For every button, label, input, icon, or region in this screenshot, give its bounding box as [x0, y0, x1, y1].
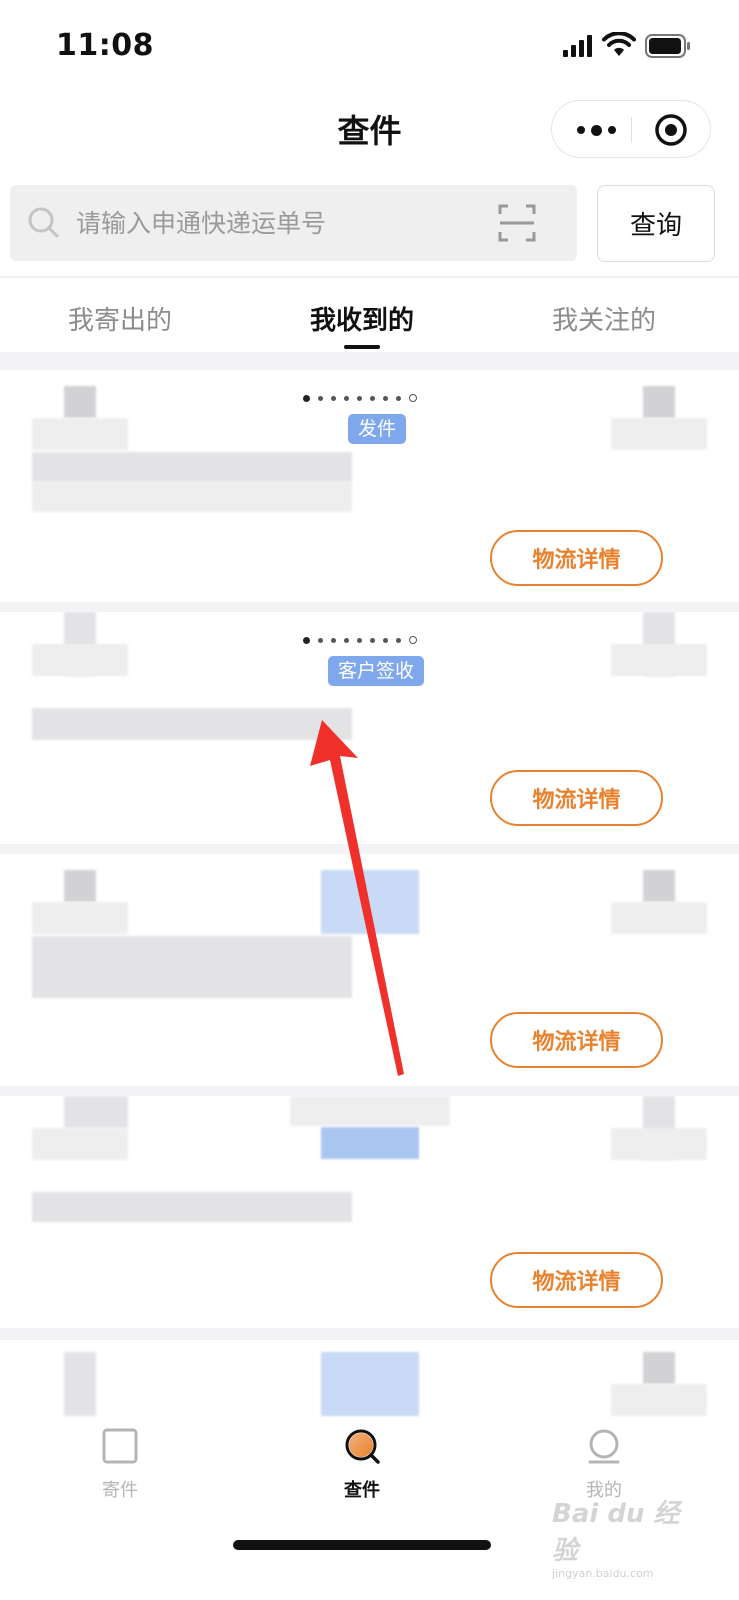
logistics-detail-button[interactable]: 物流详情	[490, 530, 663, 586]
status-time: 11:08	[56, 28, 154, 63]
box-icon	[102, 1428, 138, 1464]
pixelated-avatar	[611, 418, 707, 450]
pixelated-logo	[64, 1096, 128, 1128]
pixelated-address	[32, 452, 352, 482]
pixelated-status	[321, 1352, 419, 1416]
close-target-icon[interactable]	[653, 112, 689, 148]
pixelated-avatar	[643, 870, 675, 902]
pixelated-avatar	[611, 902, 707, 934]
watermark-url: jingyan.baidu.com	[552, 1567, 654, 1580]
capsule-divider	[631, 117, 632, 143]
pixelated-status	[321, 870, 419, 934]
tracking-number-input[interactable]	[76, 199, 476, 247]
pixelated-address	[32, 708, 352, 740]
tabbar-label: 查件	[344, 1480, 380, 1501]
logistics-detail-button[interactable]: 物流详情	[490, 1012, 663, 1068]
watermark-text: Bai du 经验	[552, 1499, 680, 1566]
pixelated-status	[321, 1127, 419, 1159]
search-package-icon	[345, 1429, 380, 1464]
pixelated-status	[290, 1096, 450, 1126]
header-divider	[0, 276, 739, 278]
pixelated-avatar	[611, 644, 707, 676]
progress-dots	[303, 392, 417, 404]
pixelated-logo	[64, 1352, 96, 1416]
pixelated-address	[32, 936, 352, 998]
profile-icon	[588, 1429, 620, 1464]
parcel-card[interactable]: 客户签收 物流详情	[0, 612, 739, 844]
tabbar-item-mine[interactable]: 我的	[544, 1426, 664, 1502]
wifi-icon	[602, 32, 636, 56]
battery-icon	[645, 34, 690, 58]
search-icon	[28, 207, 59, 238]
pixelated-address	[32, 482, 352, 512]
logistics-detail-button[interactable]: 物流详情	[490, 1252, 663, 1308]
pixelated-logo	[64, 386, 96, 418]
more-icon[interactable]	[572, 116, 620, 144]
query-button[interactable]: 查询	[597, 185, 715, 262]
tabbar-item-track[interactable]: 查件	[302, 1426, 422, 1502]
pixelated-logo	[32, 1128, 128, 1160]
pixelated-address	[32, 1192, 352, 1222]
miniprogram-capsule	[551, 100, 711, 158]
status-badge: 发件	[348, 414, 407, 444]
pixelated-avatar	[643, 386, 675, 418]
tab-followed[interactable]: 我关注的	[552, 300, 656, 337]
pixelated-avatar	[611, 1384, 707, 1416]
signal-icon	[563, 35, 592, 57]
parcel-card[interactable]: 发件 物流详情	[0, 370, 739, 602]
pixelated-logo	[32, 418, 128, 450]
tabbar-label: 寄件	[102, 1480, 138, 1501]
parcel-card[interactable]: 物流详情	[0, 854, 739, 1086]
pixelated-logo	[64, 870, 96, 902]
app-screen: 11:08 查件 请输入申通快递运单号 查询 我寄出的 我收到的 我关注的 发件…	[0, 0, 739, 1600]
progress-dots	[303, 634, 417, 646]
scan-icon[interactable]	[497, 203, 537, 243]
pixelated-avatar	[643, 1352, 675, 1384]
tab-received[interactable]: 我收到的	[310, 300, 414, 337]
status-badge: 客户签收	[328, 656, 425, 686]
pixelated-logo	[32, 644, 128, 676]
tab-bar: 我寄出的 我收到的 我关注的	[0, 288, 739, 352]
tab-sent[interactable]: 我寄出的	[68, 300, 172, 337]
status-bar: 11:08	[0, 0, 739, 90]
pixelated-avatar	[611, 1128, 707, 1160]
tab-active-indicator	[344, 345, 380, 349]
search-box	[10, 185, 577, 261]
home-indicator	[233, 1540, 491, 1550]
pixelated-logo	[32, 902, 128, 934]
parcel-card[interactable]: 物流详情	[0, 1096, 739, 1328]
logistics-detail-button[interactable]: 物流详情	[490, 770, 663, 826]
watermark: Bai du 经验 jingyan.baidu.com	[552, 1493, 692, 1580]
tabbar-item-send[interactable]: 寄件	[60, 1426, 180, 1502]
